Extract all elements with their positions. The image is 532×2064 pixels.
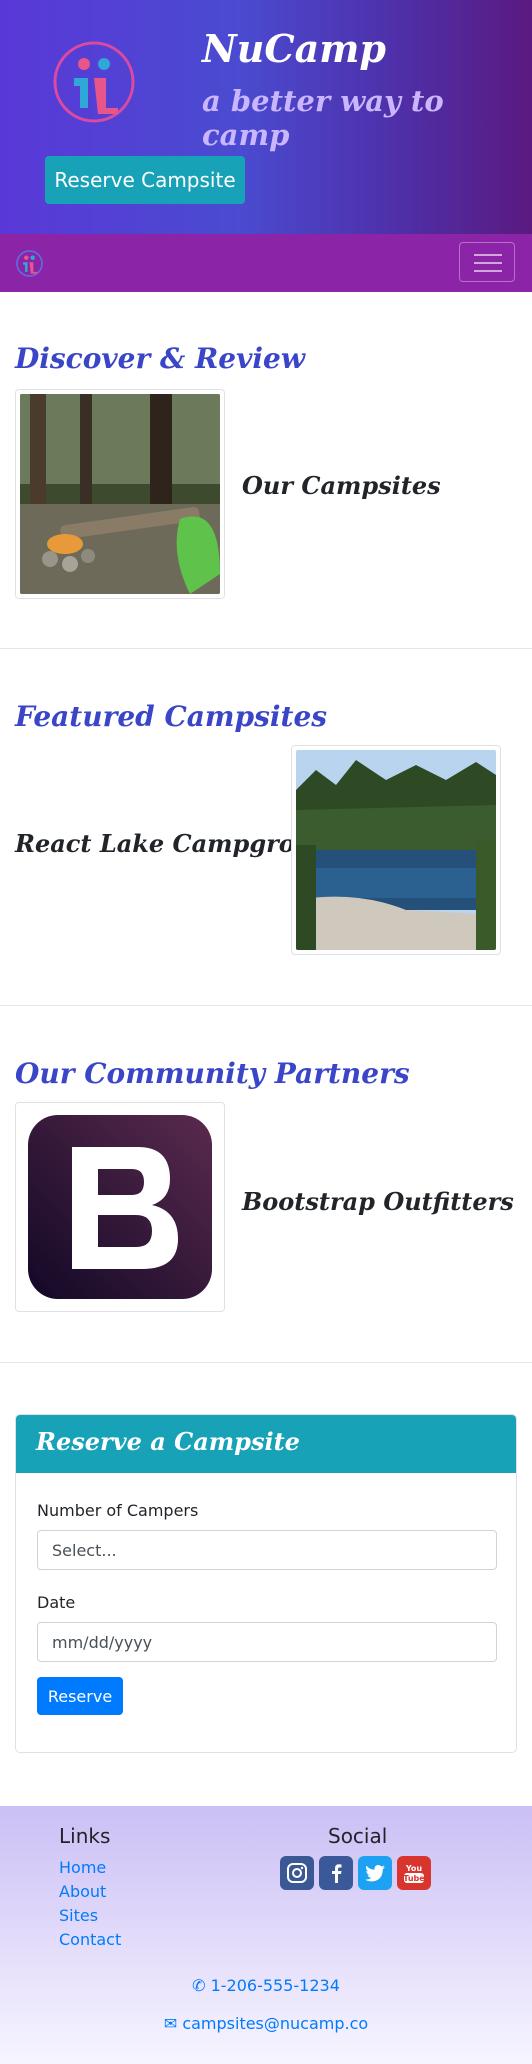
links-heading: Links (59, 1824, 111, 1848)
bootstrap-outfitters-title[interactable]: Bootstrap Outfitters (242, 1187, 514, 1216)
footer-link-home[interactable]: Home (59, 1858, 106, 1877)
nucamp-logo (53, 41, 135, 123)
footer-link-about[interactable]: About (59, 1882, 106, 1901)
reserve-card-title: Reserve a Campsite (36, 1427, 300, 1456)
instagram-icon[interactable] (280, 1856, 314, 1890)
footer-link-sites[interactable]: Sites (59, 1906, 98, 1925)
navbar-toggler-button[interactable] (459, 242, 515, 282)
youtube-icon[interactable]: You Tube (397, 1856, 431, 1890)
divider (0, 1005, 532, 1006)
our-campsites-title[interactable]: Our Campsites (242, 471, 441, 500)
featured-section-title: Featured Campsites (15, 700, 328, 733)
email-link[interactable]: ✉ campsites@nucamp.co (0, 2014, 532, 2033)
envelope-icon: ✉ (163, 2014, 178, 2033)
bootstrap-logo[interactable] (15, 1102, 225, 1312)
navbar-logo[interactable] (16, 250, 43, 277)
navbar (0, 234, 532, 292)
discover-section-title: Discover & Review (15, 342, 305, 375)
campers-select[interactable]: Select... (37, 1530, 497, 1570)
footer-link-contact[interactable]: Contact (59, 1930, 121, 1949)
hamburger-icon (474, 254, 502, 256)
brand-subtitle: a better way to camp (202, 84, 444, 152)
reserve-campsite-button[interactable]: Reserve Campsite (45, 156, 245, 204)
jumbotron: NuCamp a better way to camp Reserve Camp… (0, 0, 532, 234)
campsites-image[interactable] (15, 389, 225, 599)
svg-text:Tube: Tube (403, 1874, 425, 1883)
social-heading: Social (328, 1824, 388, 1848)
divider (0, 648, 532, 649)
phone-icon: ✆ (192, 1976, 206, 1995)
partners-section-title: Our Community Partners (15, 1057, 410, 1090)
campers-label: Number of Campers (37, 1501, 199, 1520)
reserve-card-header: Reserve a Campsite (16, 1415, 516, 1473)
twitter-icon[interactable] (358, 1856, 392, 1890)
lake-image (296, 750, 496, 950)
bootstrap-logo-icon (20, 1107, 220, 1307)
date-input[interactable]: mm/dd/yyyy (37, 1622, 497, 1662)
reserve-card: Reserve a Campsite Number of Campers Sel… (15, 1414, 517, 1753)
date-label: Date (37, 1593, 76, 1612)
brand-title: NuCamp (202, 26, 387, 71)
divider (0, 1362, 532, 1363)
phone-number[interactable]: 1-206-555-1234 (211, 1976, 340, 1995)
reserve-submit-button[interactable]: Reserve (37, 1677, 123, 1715)
email-address[interactable]: campsites@nucamp.co (182, 2014, 368, 2033)
svg-text:You: You (405, 1864, 423, 1873)
react-lake-image[interactable] (291, 745, 501, 955)
facebook-icon[interactable] (319, 1856, 353, 1890)
phone-link[interactable]: ✆ 1-206-555-1234 (0, 1976, 532, 1995)
campfire-image (20, 394, 220, 594)
